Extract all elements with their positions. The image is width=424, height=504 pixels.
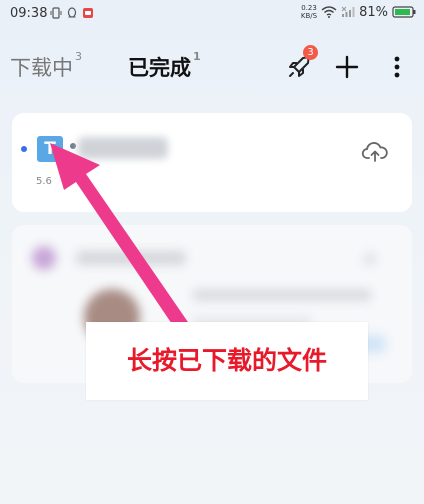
status-time: 09:38: [10, 6, 48, 21]
instruction-callout: 长按已下载的文件: [86, 322, 368, 400]
battery-percent: 81%: [359, 4, 388, 20]
unread-dot: [21, 146, 27, 152]
battery-icon: [392, 6, 416, 18]
file-name-redacted: [78, 137, 168, 159]
cloud-upload-icon: [361, 142, 388, 162]
tab-downloading-count: 3: [75, 50, 82, 63]
notification-icons: [50, 7, 94, 19]
blurred-avatar: [32, 246, 56, 270]
tab-downloading-label: 下载中: [10, 56, 73, 80]
more-vertical-icon: [394, 56, 400, 78]
more-menu-button[interactable]: [384, 54, 410, 80]
status-right: 0.23 KB/S 81%: [301, 4, 416, 20]
notification-badge: 3: [303, 45, 318, 60]
network-speed-value: 0.23: [301, 4, 317, 12]
plus-icon: [335, 55, 359, 79]
blurred-text-line: [192, 289, 372, 301]
network-speed: 0.23 KB/S: [301, 4, 317, 20]
signal-icon: [341, 6, 355, 17]
vibrate-icon: [50, 7, 62, 19]
file-size: 5.6: [36, 176, 52, 187]
blurred-chevron: [364, 253, 376, 265]
instruction-text: 长按已下载的文件: [126, 346, 327, 375]
tab-completed-count: 1: [193, 50, 201, 63]
completed-file-item[interactable]: T 5.6: [12, 113, 412, 212]
add-download-button[interactable]: [334, 54, 360, 80]
tab-completed-label: 已完成: [128, 56, 191, 80]
file-type-icon: T: [37, 136, 63, 162]
file-name-mark: [70, 143, 76, 149]
network-speed-unit: KB/S: [300, 12, 318, 20]
tab-completed[interactable]: 已完成 1: [128, 50, 201, 82]
download-header: 下载中 3 已完成 1 3: [0, 40, 424, 94]
cloud-upload-button[interactable]: [361, 140, 389, 164]
qq-icon: [67, 7, 77, 18]
wifi-icon: [321, 6, 337, 18]
tab-downloading[interactable]: 下载中 3: [10, 50, 82, 82]
blurred-title: [76, 251, 186, 265]
app-notification-icon: [83, 8, 93, 18]
status-bar: 09:38 0.23 KB/S 81%: [0, 0, 424, 28]
rocket-button[interactable]: 3: [286, 45, 318, 80]
